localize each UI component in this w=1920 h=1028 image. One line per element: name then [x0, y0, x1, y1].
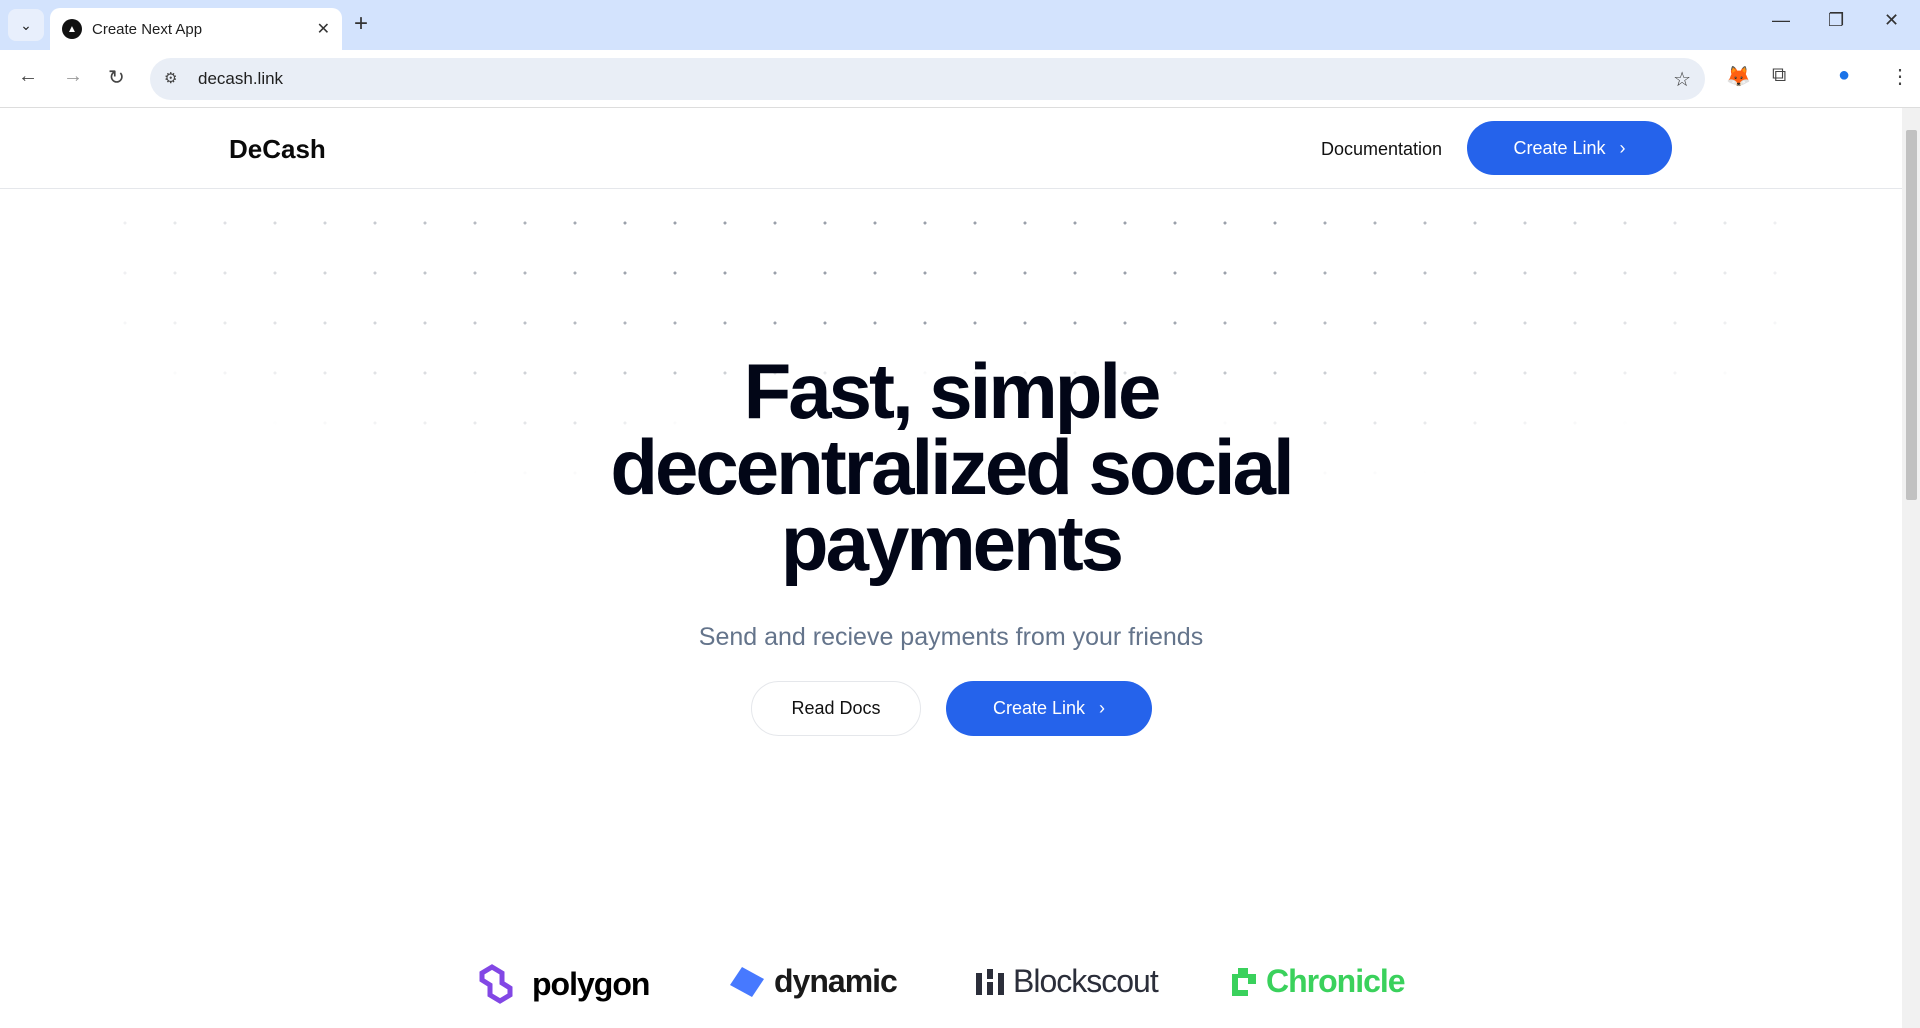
brand-logo[interactable]: DeCash [229, 134, 326, 165]
page-scrollbar[interactable] [1902, 108, 1920, 1028]
browser-toolbar: ← → ↻ ⚙ decash.link ☆ 🦊 ⧉ ● ⋮ [0, 50, 1920, 108]
header-create-link-button[interactable]: Create Link › [1467, 121, 1672, 175]
heading-line: payments [780, 499, 1124, 587]
url-text: decash.link [198, 69, 284, 88]
extensions-icon[interactable]: ⧉ [1772, 64, 1786, 87]
site-header: DeCash Documentation Create Link › [0, 108, 1902, 189]
brand-name: Chronicle [1266, 963, 1406, 999]
hero-subtitle: Send and recieve payments from your frie… [698, 623, 1204, 651]
site-settings-icon[interactable]: ⚙ [164, 69, 177, 87]
chevron-right-icon: › [1099, 698, 1106, 718]
chevron-right-icon: › [1619, 137, 1626, 158]
dynamic-icon [730, 966, 764, 997]
scrollbar-thumb[interactable] [1906, 130, 1917, 500]
dynamic-logo: dynamic [728, 963, 898, 1000]
tab-search-button[interactable]: ⌄ [8, 9, 44, 41]
page: DeCash Documentation Create Link › Fast, … [0, 108, 1902, 1028]
partner-logos: polygon dynamic Blockscout Chronicle [0, 963, 1902, 1013]
tab-strip: ⌄ ▲ Create Next App ✕ + — ❐ ✕ [0, 0, 1920, 50]
brand-name: polygon [532, 965, 650, 1002]
back-icon[interactable]: ← [18, 65, 38, 88]
read-docs-button[interactable]: Read Docs [751, 681, 921, 736]
minimize-icon[interactable]: — [1772, 10, 1790, 31]
heading-line: Fast, simple [743, 347, 1162, 435]
blockscout-logo: Blockscout [975, 963, 1159, 1000]
close-window-icon[interactable]: ✕ [1884, 10, 1899, 31]
blockscout-icon [976, 968, 1004, 995]
chronicle-logo: Chronicle [1228, 963, 1406, 1000]
menu-kebab-icon[interactable]: ⋮ [1890, 64, 1910, 89]
hero-create-link-button[interactable]: Create Link › [946, 681, 1152, 736]
polygon-icon [479, 964, 513, 1004]
heading-line: decentralized social [610, 423, 1294, 511]
tab-active[interactable]: ▲ Create Next App ✕ [50, 8, 342, 50]
forward-icon[interactable]: → [63, 65, 83, 88]
bookmark-star-icon[interactable]: ☆ [1673, 67, 1691, 92]
polygon-logo: polygon [478, 963, 650, 1005]
metamask-icon[interactable]: 🦊 [1726, 64, 1751, 89]
hero-heading: Fast, simple decentralized social paymen… [0, 347, 1902, 587]
address-bar[interactable]: ⚙ decash.link ☆ [150, 58, 1705, 100]
reload-icon[interactable]: ↻ [108, 65, 125, 90]
nextjs-favicon-icon: ▲ [62, 19, 82, 39]
profile-avatar-icon[interactable]: ● [1838, 64, 1850, 87]
restore-icon[interactable]: ❐ [1828, 10, 1844, 31]
brand-name: dynamic [774, 963, 898, 999]
documentation-link[interactable]: Documentation [1321, 139, 1442, 160]
button-label: Create Link [992, 698, 1086, 718]
new-tab-icon[interactable]: + [354, 10, 368, 38]
chronicle-icon [1232, 967, 1256, 996]
tab-title: Create Next App [92, 20, 203, 38]
button-label: Create Link [1513, 137, 1606, 158]
brand-name: Blockscout [1013, 963, 1159, 999]
tab-close-icon[interactable]: ✕ [317, 19, 330, 39]
